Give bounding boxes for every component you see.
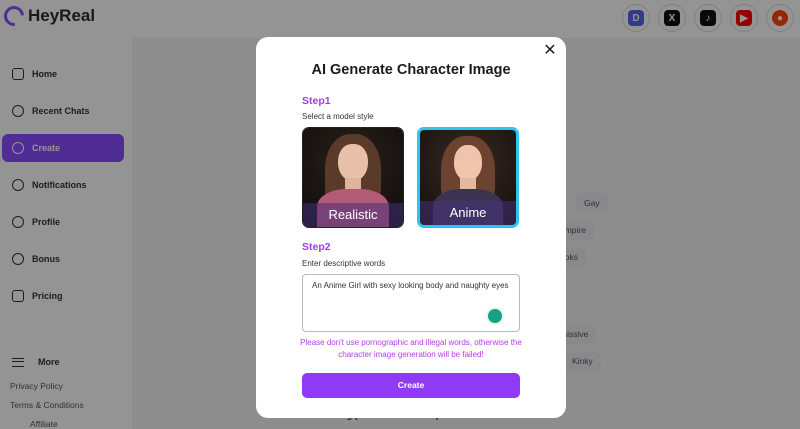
- close-icon[interactable]: ✕: [542, 43, 558, 59]
- step1-hint: Select a model style: [302, 112, 374, 121]
- style-label: Anime: [420, 201, 516, 225]
- style-label: Realistic: [303, 203, 403, 227]
- step2-hint: Enter descriptive words: [302, 259, 386, 268]
- step1-title: Step1: [302, 95, 331, 107]
- step2-title: Step2: [302, 241, 331, 253]
- grammar-assistant-icon[interactable]: [486, 307, 504, 325]
- dialog-title: AI Generate Character Image: [311, 62, 511, 78]
- style-option-anime[interactable]: Anime: [417, 127, 519, 228]
- style-option-realistic[interactable]: Realistic: [302, 127, 404, 228]
- description-input[interactable]: An Anime Girl with sexy looking body and…: [302, 274, 520, 332]
- create-button[interactable]: Create: [302, 373, 520, 398]
- generate-image-dialog: ✕ AI Generate Character Image Step1 Sele…: [256, 37, 566, 418]
- content-warning: Please don't use pornographic and illega…: [300, 338, 522, 359]
